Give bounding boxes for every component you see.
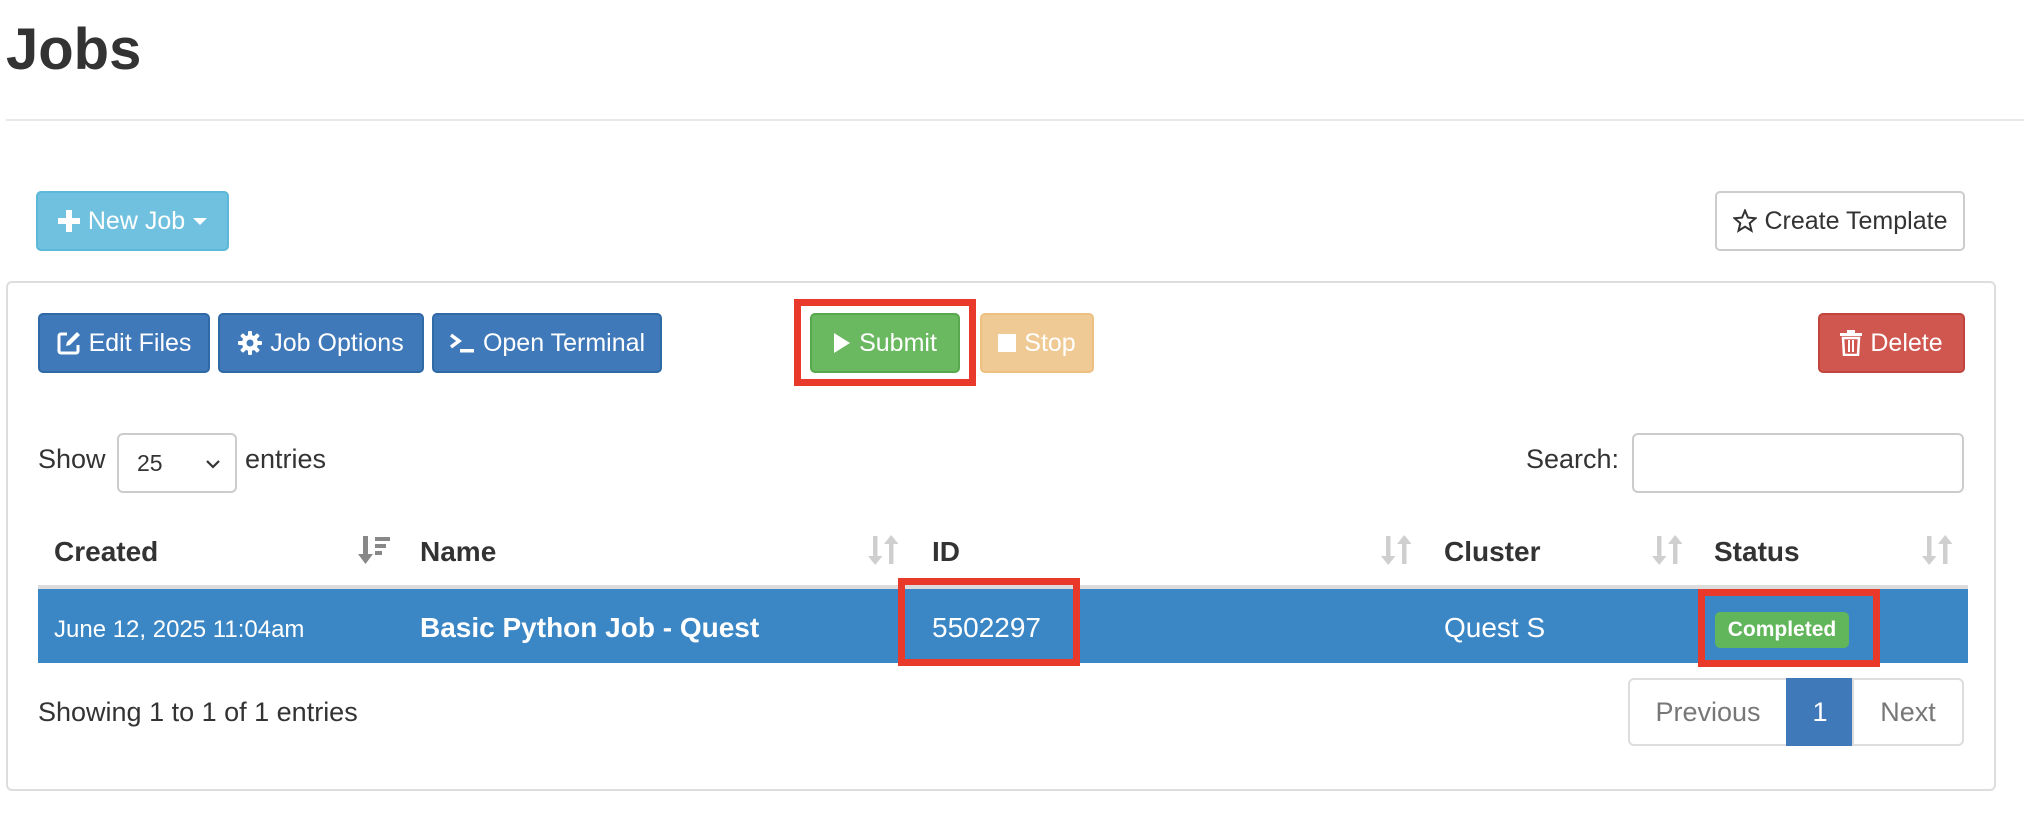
stop-button[interactable]: Stop	[980, 313, 1094, 373]
column-header-status[interactable]: Status	[1714, 536, 1800, 568]
page-size-select[interactable]: 25	[117, 433, 237, 493]
edit-files-label: Edit Files	[88, 328, 192, 357]
entries-label: entries	[245, 444, 327, 474]
title-divider	[6, 119, 2024, 121]
submit-highlight-box	[794, 299, 976, 386]
new-job-button[interactable]: New Job	[36, 191, 229, 251]
search-label: Search:	[1526, 444, 1620, 474]
create-template-button[interactable]: Create Template	[1715, 191, 1965, 251]
cell-name: Basic Python Job - Quest	[420, 612, 760, 643]
column-header-id[interactable]: ID	[932, 536, 960, 568]
plus-icon	[57, 210, 80, 232]
edit-files-button[interactable]: Edit Files	[38, 313, 210, 373]
stop-icon	[998, 334, 1017, 352]
new-job-label: New Job	[87, 206, 186, 235]
cell-cluster: Quest S	[1444, 612, 1546, 643]
status-highlight-box	[1698, 589, 1880, 667]
sort-icon[interactable]	[1922, 533, 1954, 567]
trash-icon	[1840, 330, 1863, 356]
page-1-button[interactable]: 1	[1786, 678, 1854, 746]
next-page-button[interactable]: Next	[1852, 678, 1964, 746]
cell-created: June 12, 2025 11:04am	[54, 616, 305, 643]
id-highlight-box	[898, 578, 1080, 666]
star-icon	[1732, 209, 1757, 233]
job-options-button[interactable]: Job Options	[218, 313, 424, 373]
gear-icon	[238, 331, 263, 355]
edit-icon	[57, 332, 80, 355]
chevron-down-icon	[206, 460, 220, 469]
sort-icon[interactable]	[1652, 533, 1684, 567]
page-title: Jobs	[6, 17, 142, 82]
sort-descending-icon[interactable]	[358, 533, 392, 567]
show-label: Show	[38, 444, 106, 474]
open-terminal-button[interactable]: Open Terminal	[432, 313, 662, 373]
column-header-name[interactable]: Name	[420, 536, 496, 568]
sort-icon[interactable]	[1381, 533, 1413, 567]
previous-page-button[interactable]: Previous	[1628, 678, 1788, 746]
delete-button[interactable]: Delete	[1818, 313, 1965, 373]
open-terminal-label: Open Terminal	[482, 328, 646, 357]
page-size-value: 25	[137, 449, 163, 476]
caret-down-icon	[193, 218, 208, 225]
column-header-cluster[interactable]: Cluster	[1444, 536, 1540, 568]
column-header-created[interactable]: Created	[54, 536, 158, 568]
stop-label: Stop	[1024, 328, 1076, 357]
sort-icon[interactable]	[868, 533, 900, 567]
job-options-label: Job Options	[270, 328, 404, 357]
delete-label: Delete	[1870, 328, 1943, 357]
search-input[interactable]	[1632, 433, 1964, 493]
table-info: Showing 1 to 1 of 1 entries	[38, 697, 358, 727]
terminal-icon	[449, 333, 474, 353]
pagination: Previous 1 Next	[1628, 678, 1964, 746]
create-template-label: Create Template	[1764, 206, 1948, 235]
